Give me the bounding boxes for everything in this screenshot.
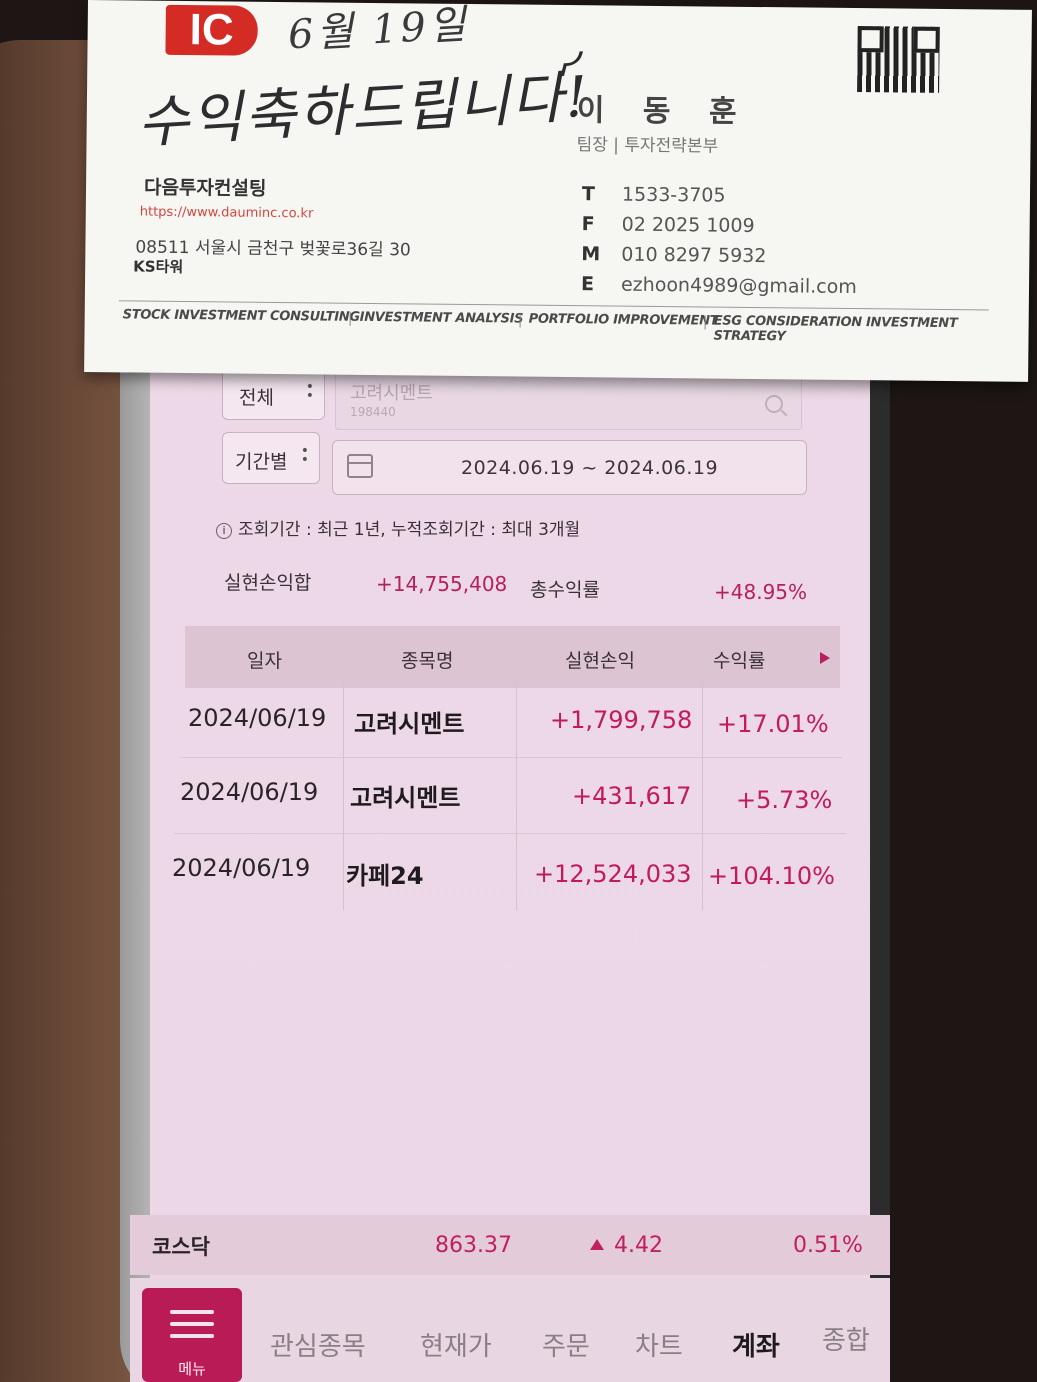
column-divider bbox=[516, 682, 517, 910]
row-realized-pl: +431,617 bbox=[572, 782, 692, 810]
dropdown-dots-icon: • • bbox=[305, 379, 314, 404]
person-title: 팀장 | 투자전략본부 bbox=[576, 135, 719, 157]
col-realized-pl: 실현손익 bbox=[565, 650, 635, 672]
handwritten-date: 6월 19일 bbox=[286, 1, 470, 59]
service-item: ESG CONSIDERATION INVESTMENT STRATEGY bbox=[713, 313, 958, 345]
total-return-label: 총수익률 bbox=[530, 579, 600, 601]
date-range-field[interactable]: 2024.06.19 ~ 2024.06.19 bbox=[332, 440, 807, 495]
handwritten-message: 수익축하드립니다! bbox=[135, 64, 592, 157]
service-item: PORTFOLIO IMPROVEMENT bbox=[528, 311, 719, 329]
table-row[interactable]: 2024/06/19 고려시멘트 +431,617 +5.73% bbox=[174, 758, 846, 834]
scope-select[interactable]: 전체 • • bbox=[222, 368, 325, 420]
handwritten-flourish: ᓯ bbox=[557, 44, 579, 86]
service-item: STOCK INVESTMENT CONSULTING bbox=[122, 307, 360, 325]
menu-button[interactable]: 메뉴 bbox=[142, 1288, 242, 1382]
contact-email: Eezhoon4989@gmail.com bbox=[580, 273, 857, 299]
index-change-value: 4.42 bbox=[614, 1233, 663, 1258]
period-select-label: 기간별 bbox=[235, 451, 288, 473]
service-separator bbox=[519, 313, 521, 328]
row-return: +17.01% bbox=[717, 710, 829, 738]
realized-pl-value: +14,755,408 bbox=[376, 572, 508, 596]
contact-fax: F 02 2025 1009 bbox=[581, 213, 755, 237]
nav-account[interactable]: 계좌 bbox=[732, 1326, 780, 1363]
row-realized-pl: +12,524,033 bbox=[534, 860, 692, 888]
info-icon: i bbox=[216, 523, 232, 539]
stock-search-code: 198440 bbox=[350, 405, 396, 419]
query-period-notice: i 조회기간 : 최근 1년, 누적조회기간 : 최대 3개월 bbox=[216, 515, 580, 540]
contact-tel: T 1533-3705 bbox=[581, 183, 726, 207]
business-card: IC 6월 19일 수익축하드립니다! ᓯ 이 동 훈 팀장 | 투자전략본부 … bbox=[84, 0, 1032, 382]
index-value: 863.37 bbox=[435, 1233, 512, 1258]
table-header: 일자 종목명 실현손익 수익률 bbox=[185, 626, 840, 688]
index-change: 4.42 bbox=[590, 1233, 663, 1258]
period-select[interactable]: 기간별 • • bbox=[222, 432, 320, 484]
nav-watchlist[interactable]: 관심종목 bbox=[270, 1326, 366, 1363]
service-separator bbox=[349, 311, 351, 326]
company-website: https://www.dauminc.co.kr bbox=[139, 204, 314, 222]
calendar-icon[interactable] bbox=[347, 454, 373, 478]
nav-current-price[interactable]: 현재가 bbox=[420, 1326, 492, 1363]
qr-code bbox=[857, 26, 940, 93]
col-return: 수익률 bbox=[713, 650, 766, 672]
nav-chart[interactable]: 차트 bbox=[635, 1326, 683, 1363]
menu-label: 메뉴 bbox=[178, 1360, 206, 1378]
realized-pl-label: 실현손익합 bbox=[224, 572, 312, 594]
row-return: +5.73% bbox=[736, 786, 833, 814]
nav-order[interactable]: 주문 bbox=[542, 1326, 590, 1363]
date-range-text: 2024.06.19 ~ 2024.06.19 bbox=[461, 457, 719, 479]
row-date: 2024/06/19 bbox=[172, 854, 311, 882]
up-triangle-icon bbox=[590, 1239, 604, 1250]
search-icon[interactable] bbox=[765, 395, 783, 413]
col-date: 일자 bbox=[247, 650, 282, 672]
table-row[interactable]: 2024/06/19 고려시멘트 +1,799,758 +17.01% bbox=[180, 682, 842, 758]
index-ticker-bar[interactable]: 코스닥 863.37 4.42 0.51% bbox=[130, 1215, 890, 1275]
column-divider bbox=[702, 682, 703, 910]
notice-text: 조회기간 : 최근 1년, 누적조회기간 : 최대 3개월 bbox=[238, 520, 581, 540]
table-row[interactable]: 2024/06/19 카페24 +12,524,033 +104.10% bbox=[166, 834, 850, 910]
row-stock-name: 고려시멘트 bbox=[354, 710, 465, 738]
dropdown-dots-icon: • • bbox=[300, 443, 309, 468]
row-date: 2024/06/19 bbox=[180, 778, 319, 806]
stock-search-name: 고려시멘트 bbox=[350, 383, 433, 404]
index-change-pct: 0.51% bbox=[793, 1233, 863, 1258]
service-item: INVESTMENT ANALYSIS bbox=[359, 309, 524, 327]
row-date: 2024/06/19 bbox=[188, 704, 327, 732]
row-stock-name: 고려시멘트 bbox=[350, 784, 461, 812]
service-separator bbox=[704, 315, 706, 330]
person-name: 이 동 훈 bbox=[576, 93, 751, 130]
contact-mobile: M 010 8297 5932 bbox=[581, 243, 767, 268]
scroll-right-arrow-icon[interactable] bbox=[820, 652, 830, 664]
total-return-value: +48.95% bbox=[714, 580, 808, 604]
company-name: 다음투자컨설팅 bbox=[143, 176, 267, 200]
scope-select-label: 전체 bbox=[239, 387, 274, 409]
column-divider bbox=[343, 682, 344, 910]
nav-overview[interactable]: 종합 bbox=[822, 1320, 870, 1357]
company-building: KS타워 bbox=[133, 257, 184, 277]
index-name: 코스닥 bbox=[152, 1235, 210, 1259]
company-logo: IC bbox=[165, 4, 258, 56]
row-stock-name: 카페24 bbox=[346, 862, 424, 890]
row-realized-pl: +1,799,758 bbox=[550, 706, 693, 734]
col-stock-name: 종목명 bbox=[401, 650, 454, 672]
row-return: +104.10% bbox=[708, 862, 835, 890]
bottom-nav: 메뉴 관심종목 현재가 주문 차트 계좌 종합 bbox=[130, 1278, 890, 1382]
hamburger-icon bbox=[170, 1310, 214, 1346]
